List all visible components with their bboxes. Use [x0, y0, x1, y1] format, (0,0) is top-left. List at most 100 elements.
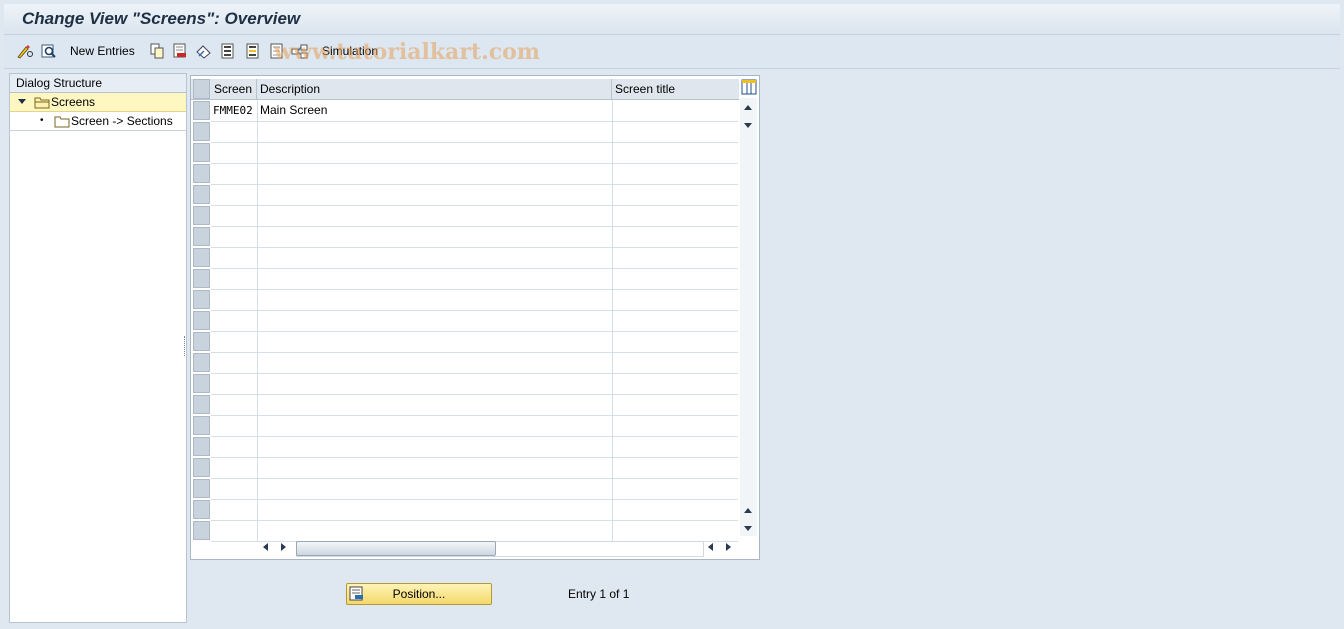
column-header-description[interactable]: Description [257, 79, 612, 99]
cell-screen-title[interactable] [613, 436, 738, 457]
row-selector[interactable] [193, 206, 210, 225]
cell-description[interactable] [258, 184, 613, 205]
cell-screen-title[interactable] [613, 457, 738, 478]
copy-icon[interactable] [149, 43, 165, 59]
table-row[interactable] [211, 163, 738, 185]
pencil-glasses-icon[interactable] [16, 43, 34, 59]
cell-screen[interactable] [211, 289, 258, 310]
scroll-down-icon[interactable] [744, 123, 752, 128]
delete-icon[interactable] [172, 43, 188, 59]
scroll-left-icon[interactable] [263, 543, 268, 551]
table-row[interactable] [211, 436, 738, 458]
table-row[interactable] [211, 226, 738, 248]
cell-screen-title[interactable] [613, 373, 738, 394]
row-selector[interactable] [193, 101, 210, 120]
column-header-screen[interactable]: Screen [211, 79, 257, 99]
table-row[interactable] [211, 457, 738, 479]
cell-screen-title[interactable] [613, 100, 738, 121]
table-row[interactable] [211, 121, 738, 143]
cell-description[interactable]: Main Screen [258, 100, 613, 121]
row-selector[interactable] [193, 395, 210, 414]
cell-screen[interactable] [211, 352, 258, 373]
table-row[interactable]: FMME02 Main Screen [211, 100, 738, 122]
vertical-scrollbar[interactable] [740, 98, 757, 536]
cell-screen[interactable] [211, 457, 258, 478]
cell-description[interactable] [258, 289, 613, 310]
cell-screen-title[interactable] [613, 310, 738, 331]
table-row[interactable] [211, 268, 738, 290]
cell-description[interactable] [258, 121, 613, 142]
cell-screen-title[interactable] [613, 268, 738, 289]
table-row[interactable] [211, 247, 738, 269]
cell-description[interactable] [258, 352, 613, 373]
cell-screen-title[interactable] [613, 415, 738, 436]
cell-screen[interactable] [211, 373, 258, 394]
cell-screen[interactable] [211, 499, 258, 520]
row-selector[interactable] [193, 290, 210, 309]
table-row[interactable] [211, 415, 738, 437]
cell-screen-title[interactable] [613, 352, 738, 373]
cell-screen[interactable] [211, 121, 258, 142]
cell-screen[interactable] [211, 331, 258, 352]
row-selector[interactable] [193, 458, 210, 477]
cell-description[interactable] [258, 247, 613, 268]
cell-screen-title[interactable] [613, 184, 738, 205]
row-selector[interactable] [193, 437, 210, 456]
row-selector[interactable] [193, 269, 210, 288]
cell-screen-title[interactable] [613, 247, 738, 268]
scroll-page-up-icon[interactable] [744, 508, 752, 513]
position-button[interactable]: Position... [346, 583, 492, 605]
table-row[interactable] [211, 289, 738, 311]
row-selector[interactable] [193, 521, 210, 540]
select-block-icon[interactable] [245, 43, 261, 59]
cell-screen[interactable] [211, 247, 258, 268]
row-selector[interactable] [193, 185, 210, 204]
cell-screen-title[interactable] [613, 205, 738, 226]
cell-screen-title[interactable] [613, 478, 738, 499]
cell-screen-title[interactable] [613, 142, 738, 163]
row-selector[interactable] [193, 311, 210, 330]
row-selector[interactable] [193, 353, 210, 372]
row-selector[interactable] [193, 416, 210, 435]
cell-screen-title[interactable] [613, 394, 738, 415]
row-selector[interactable] [193, 164, 210, 183]
deselect-icon[interactable] [269, 43, 285, 59]
cell-screen[interactable] [211, 268, 258, 289]
cell-screen-title[interactable] [613, 121, 738, 142]
cell-screen-title[interactable] [613, 499, 738, 520]
tree-node-screens[interactable]: Screens [10, 93, 186, 112]
undo-icon[interactable] [195, 43, 213, 59]
cell-screen[interactable] [211, 226, 258, 247]
cell-description[interactable] [258, 436, 613, 457]
table-row[interactable] [211, 310, 738, 332]
expand-triangle-icon[interactable] [18, 99, 26, 104]
simulation-icon[interactable] [291, 43, 309, 59]
table-row[interactable] [211, 331, 738, 353]
table-row[interactable] [211, 373, 738, 395]
scroll-up-icon[interactable] [744, 105, 752, 110]
table-row[interactable] [211, 499, 738, 521]
table-row[interactable] [211, 520, 738, 542]
table-row[interactable] [211, 352, 738, 374]
display-change-icon[interactable] [40, 43, 58, 59]
cell-description[interactable] [258, 142, 613, 163]
row-selector[interactable] [193, 479, 210, 498]
panel-splitter[interactable] [184, 336, 187, 356]
cell-description[interactable] [258, 310, 613, 331]
select-all-icon[interactable] [220, 43, 236, 59]
new-entries-button[interactable]: New Entries [70, 44, 135, 58]
cell-description[interactable] [258, 415, 613, 436]
cell-screen[interactable] [211, 520, 258, 541]
simulation-button[interactable]: Simulation [322, 44, 378, 58]
cell-screen[interactable]: FMME02 [211, 100, 258, 121]
cell-screen[interactable] [211, 415, 258, 436]
cell-description[interactable] [258, 394, 613, 415]
row-selector[interactable] [193, 143, 210, 162]
tree-node-screen-sections[interactable]: • Screen -> Sections [10, 112, 186, 131]
cell-description[interactable] [258, 457, 613, 478]
cell-description[interactable] [258, 478, 613, 499]
select-all-rows-button[interactable] [193, 79, 210, 99]
table-row[interactable] [211, 205, 738, 227]
cell-description[interactable] [258, 373, 613, 394]
cell-screen[interactable] [211, 394, 258, 415]
